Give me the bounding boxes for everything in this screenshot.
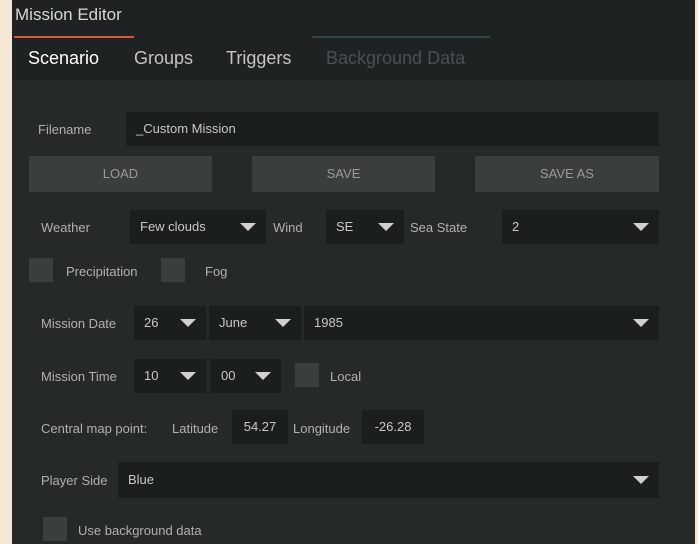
precipitation-checkbox[interactable] — [29, 258, 53, 282]
chevron-down-icon — [623, 210, 659, 244]
longitude-label: Longitude — [293, 421, 351, 436]
chevron-down-icon — [245, 359, 281, 393]
mission-editor-window: Mission Editor Scenario Groups Triggers … — [12, 0, 695, 544]
chevron-down-icon — [230, 210, 266, 244]
day-value: 26 — [144, 315, 159, 330]
local-checkbox[interactable] — [295, 363, 319, 387]
tab-scenario[interactable]: Scenario — [13, 36, 135, 80]
latitude-input[interactable]: 54.27 — [232, 410, 288, 444]
wind-dropdown[interactable]: SE — [326, 210, 404, 244]
chevron-down-icon — [623, 306, 659, 340]
tab-bar: Scenario Groups Triggers Background Data — [12, 36, 695, 80]
sea-state-label: Sea State — [410, 220, 468, 235]
central-map-point-label: Central map point: — [41, 421, 148, 436]
chevron-down-icon — [170, 306, 206, 340]
hour-dropdown[interactable]: 10 — [134, 359, 206, 393]
filename-input[interactable]: _Custom Mission — [126, 112, 659, 146]
local-label: Local — [330, 369, 362, 384]
player-side-value: Blue — [128, 472, 155, 487]
player-side-dropdown[interactable]: Blue — [118, 462, 659, 498]
weather-dropdown[interactable]: Few clouds — [130, 210, 266, 244]
sea-state-value: 2 — [512, 219, 520, 234]
load-button[interactable]: LOAD — [29, 156, 212, 192]
fog-label: Fog — [205, 264, 228, 279]
month-value: June — [219, 315, 248, 330]
use-background-data-checkbox[interactable] — [43, 517, 67, 541]
use-background-data-label: Use background data — [78, 523, 202, 538]
mission-time-label: Mission Time — [41, 369, 117, 384]
save-button[interactable]: SAVE — [252, 156, 435, 192]
title-bar: Mission Editor — [12, 0, 695, 36]
window-title: Mission Editor — [15, 5, 122, 24]
wind-label: Wind — [273, 220, 303, 235]
mission-date-label: Mission Date — [41, 316, 117, 331]
month-dropdown[interactable]: June — [209, 306, 301, 340]
tab-groups[interactable]: Groups — [134, 36, 193, 80]
latitude-label: Latitude — [172, 421, 219, 436]
chevron-down-icon — [265, 306, 301, 340]
tab-triggers[interactable]: Triggers — [226, 36, 291, 80]
year-value: 1985 — [314, 315, 343, 330]
minute-dropdown[interactable]: 00 — [211, 359, 281, 393]
longitude-input[interactable]: -26.28 — [362, 410, 424, 444]
tab-background-data: Background Data — [311, 36, 491, 80]
precipitation-label: Precipitation — [66, 264, 138, 279]
chevron-down-icon — [170, 359, 206, 393]
fog-checkbox[interactable] — [161, 258, 185, 282]
day-dropdown[interactable]: 26 — [134, 306, 206, 340]
year-dropdown[interactable]: 1985 — [304, 306, 659, 340]
wind-value: SE — [336, 219, 354, 234]
player-side-label: Player Side — [41, 473, 108, 488]
weather-label: Weather — [41, 220, 90, 235]
chevron-down-icon — [368, 210, 404, 244]
filename-label: Filename — [38, 122, 92, 137]
save-as-button[interactable]: SAVE AS — [475, 156, 659, 192]
weather-value: Few clouds — [140, 219, 206, 234]
hour-value: 10 — [144, 368, 159, 383]
sea-state-dropdown[interactable]: 2 — [502, 210, 659, 244]
minute-value: 00 — [221, 368, 236, 383]
chevron-down-icon — [623, 462, 659, 498]
